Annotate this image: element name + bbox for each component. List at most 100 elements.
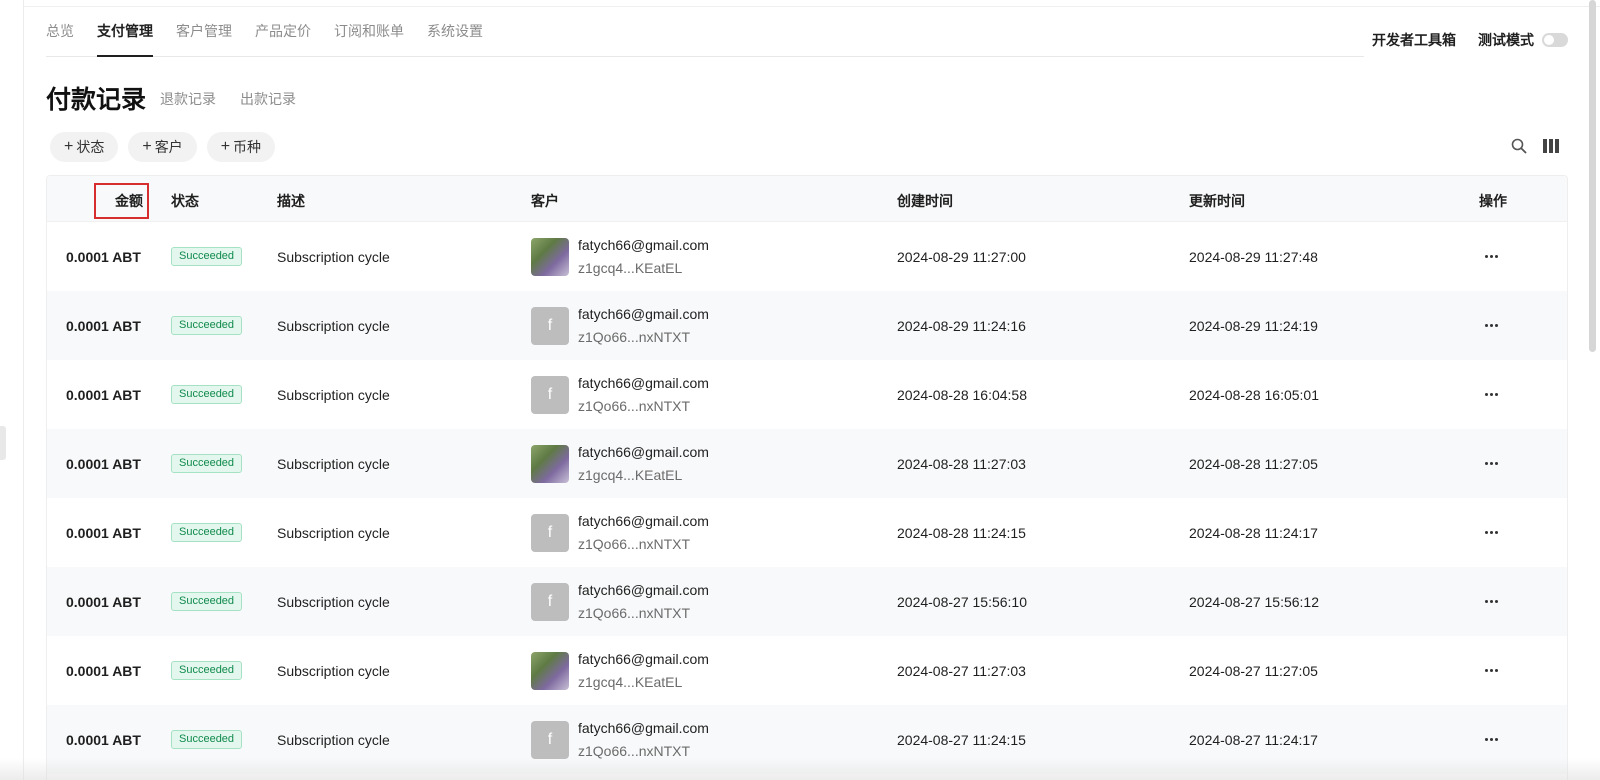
status-badge: Succeeded xyxy=(171,454,243,473)
nav-tab-payments[interactable]: 支付管理 xyxy=(97,8,153,57)
customer-avatar-photo xyxy=(531,237,569,276)
customer-cell[interactable]: f fatych66@gmail.com z1Qo66...nxNTXT xyxy=(531,567,709,636)
customer-cell[interactable]: f fatych66@gmail.com z1Qo66...nxNTXT xyxy=(531,498,709,567)
table-row[interactable]: 0.0001 ABT Succeeded Subscription cycle f fa… xyxy=(47,291,1567,360)
description-cell: Subscription cycle xyxy=(277,662,390,679)
plus-icon: + xyxy=(142,138,152,155)
test-mode-toggle[interactable] xyxy=(1542,33,1568,47)
left-sidebar-rail xyxy=(0,0,24,780)
search-icon[interactable] xyxy=(1510,137,1528,155)
filter-currency-button[interactable]: + 币种 xyxy=(206,132,276,162)
description-cell: Subscription cycle xyxy=(277,455,390,472)
customer-id: z1Qo66...nxNTXT xyxy=(578,536,691,552)
more-actions-button[interactable] xyxy=(1479,636,1503,705)
filter-label: 币种 xyxy=(233,139,262,155)
status-badge: Succeeded xyxy=(171,730,243,749)
description-cell: Subscription cycle xyxy=(277,317,390,334)
description-cell: Subscription cycle xyxy=(277,248,390,265)
created-time-cell: 2024-08-29 11:24:16 xyxy=(897,317,1026,334)
customer-email[interactable]: fatych66@gmail.com xyxy=(578,306,709,322)
amount-cell: 0.0001 ABT xyxy=(66,662,141,679)
status-cell: Succeeded xyxy=(171,360,243,429)
nav-tab-subscriptions[interactable]: 订阅和账单 xyxy=(334,8,404,57)
toggle-knob xyxy=(1544,35,1554,45)
table-row[interactable]: 0.0001 ABT Succeeded Subscription cycle f fa… xyxy=(47,360,1567,429)
table-tools xyxy=(1510,137,1560,155)
status-cell: Succeeded xyxy=(171,291,243,360)
more-actions-button[interactable] xyxy=(1479,360,1503,429)
plus-icon: + xyxy=(220,138,231,155)
nav-tab-settings[interactable]: 系统设置 xyxy=(427,8,483,57)
more-icon xyxy=(1484,531,1498,534)
customer-email[interactable]: fatych66@gmail.com xyxy=(578,375,709,391)
amount-cell: 0.0001 ABT xyxy=(66,317,141,334)
filter-status-button[interactable]: + 状态 xyxy=(50,132,119,162)
customer-email[interactable]: fatych66@gmail.com xyxy=(578,444,709,460)
created-time-cell: 2024-08-29 11:27:00 xyxy=(897,248,1026,265)
customer-cell[interactable]: fatych66@gmail.com z1gcq4...KEatEL xyxy=(531,429,709,498)
customer-email[interactable]: fatych66@gmail.com xyxy=(578,720,709,736)
columns-icon[interactable] xyxy=(1542,137,1560,155)
sub-tab-payouts[interactable]: 出款记录 xyxy=(240,89,296,109)
nav-tab-overview[interactable]: 总览 xyxy=(46,8,74,57)
status-cell: Succeeded xyxy=(171,429,243,498)
filter-customer-button[interactable]: + 客户 xyxy=(128,132,197,162)
created-time-cell: 2024-08-28 11:27:03 xyxy=(897,455,1026,472)
more-actions-button[interactable] xyxy=(1479,429,1503,498)
customer-id: z1gcq4...KEatEL xyxy=(578,260,683,276)
created-time-cell: 2024-08-27 11:27:03 xyxy=(897,662,1026,679)
customer-email[interactable]: fatych66@gmail.com xyxy=(578,651,709,667)
amount-cell: 0.0001 ABT xyxy=(66,455,141,472)
customer-info: fatych66@gmail.com z1Qo66...nxNTXT xyxy=(578,306,709,345)
customer-cell[interactable]: fatych66@gmail.com z1gcq4...KEatEL xyxy=(531,636,709,705)
more-icon xyxy=(1484,462,1498,465)
table-row[interactable]: 0.0001 ABT Succeeded Subscription cycle fat… xyxy=(47,636,1567,705)
filter-label: 客户 xyxy=(154,139,183,155)
amount-cell: 0.0001 ABT xyxy=(66,248,141,265)
customer-cell[interactable]: f fatych66@gmail.com z1Qo66...nxNTXT xyxy=(531,291,709,360)
sidebar-collapse-handle[interactable] xyxy=(0,426,6,460)
table-row[interactable]: 0.0001 ABT Succeeded Subscription cycle f fa… xyxy=(47,498,1567,567)
customer-id: z1Qo66...nxNTXT xyxy=(578,743,691,759)
more-actions-button[interactable] xyxy=(1479,567,1503,636)
status-badge: Succeeded xyxy=(171,661,243,680)
filter-label: 状态 xyxy=(76,139,105,155)
nav-tab-customers[interactable]: 客户管理 xyxy=(176,8,232,57)
sub-tab-refunds[interactable]: 退款记录 xyxy=(160,89,216,109)
column-header-action: 操作 xyxy=(1479,193,1507,209)
updated-time-cell: 2024-08-28 16:05:01 xyxy=(1189,386,1319,403)
table-row[interactable]: 0.0001 ABT Succeeded Subscription cycle fat… xyxy=(47,429,1567,498)
more-icon xyxy=(1484,738,1498,741)
status-badge: Succeeded xyxy=(171,523,243,542)
table-row[interactable]: 0.0001 ABT Succeeded Subscription cycle f fa… xyxy=(47,567,1567,636)
page-scrollbar[interactable] xyxy=(1589,0,1596,352)
created-time-cell: 2024-08-28 11:24:15 xyxy=(897,524,1026,541)
table-row[interactable]: 0.0001 ABT Succeeded Subscription cycle fat… xyxy=(47,222,1567,291)
dev-tools-link[interactable]: 开发者工具箱 xyxy=(1372,30,1456,50)
test-mode-group: 测试模式 xyxy=(1478,30,1568,50)
status-badge: Succeeded xyxy=(171,316,243,335)
column-header-amount[interactable]: 金额 xyxy=(115,191,143,211)
payments-table: 金额 状态 描述 客户 创建时间 更新时间 操作 0.0001 ABT Succe… xyxy=(46,175,1568,780)
customer-email[interactable]: fatych66@gmail.com xyxy=(578,237,709,253)
description-cell: Subscription cycle xyxy=(277,386,390,403)
customer-cell[interactable]: fatych66@gmail.com z1gcq4...KEatEL xyxy=(531,222,709,291)
customer-email[interactable]: fatych66@gmail.com xyxy=(578,582,709,598)
amount-cell: 0.0001 ABT xyxy=(66,593,141,610)
more-actions-button[interactable] xyxy=(1479,222,1503,291)
description-cell: Subscription cycle xyxy=(277,524,390,541)
column-header-created: 创建时间 xyxy=(897,193,953,209)
customer-avatar-photo xyxy=(531,651,569,690)
more-actions-button[interactable] xyxy=(1479,291,1503,360)
more-icon xyxy=(1484,255,1498,258)
sub-tabs: 退款记录 出款记录 xyxy=(160,89,296,109)
customer-cell[interactable]: f fatych66@gmail.com z1Qo66...nxNTXT xyxy=(531,360,709,429)
table-body: 0.0001 ABT Succeeded Subscription cycle fat… xyxy=(47,222,1567,774)
nav-tab-pricing[interactable]: 产品定价 xyxy=(255,8,311,57)
updated-time-cell: 2024-08-29 11:27:48 xyxy=(1189,248,1318,265)
status-cell: Succeeded xyxy=(171,636,243,705)
customer-info: fatych66@gmail.com z1gcq4...KEatEL xyxy=(578,444,709,483)
customer-email[interactable]: fatych66@gmail.com xyxy=(578,513,709,529)
plus-icon: + xyxy=(64,138,74,155)
more-actions-button[interactable] xyxy=(1479,498,1503,567)
